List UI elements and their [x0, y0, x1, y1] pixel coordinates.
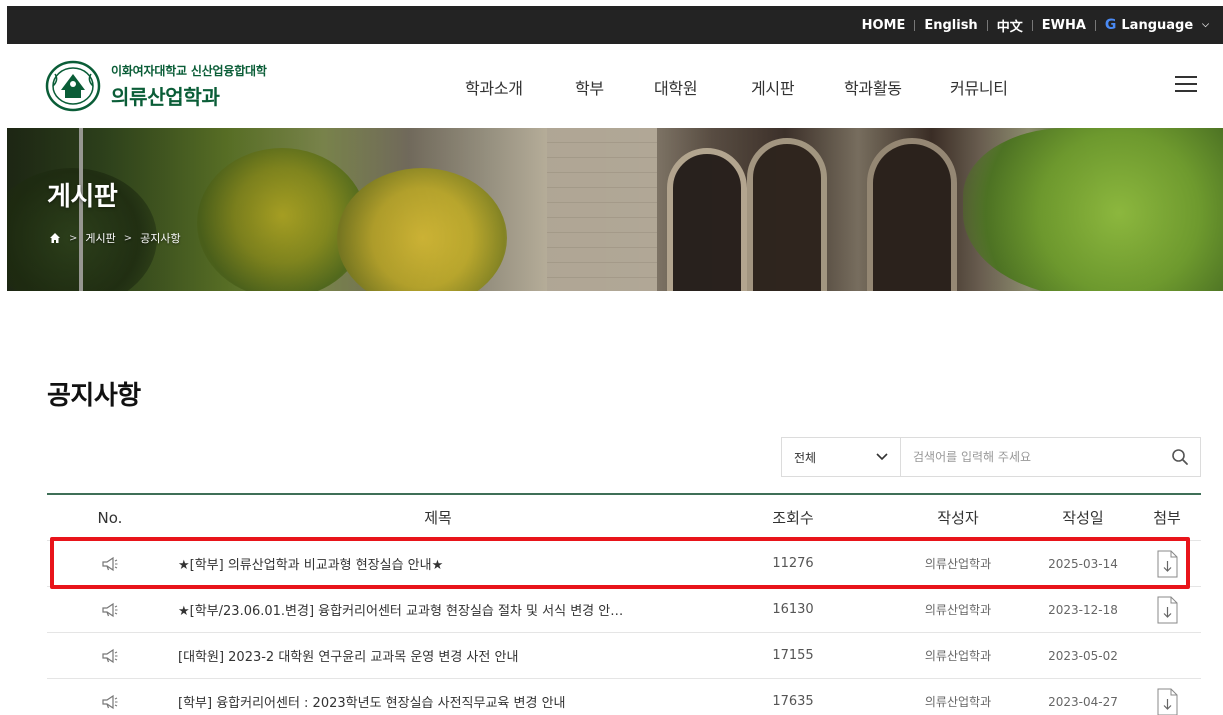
- table-header: No. 제목 조회수 작성자 작성일 첨부: [47, 495, 1201, 541]
- nav-item-community[interactable]: 커뮤니티: [950, 75, 1008, 99]
- top-utility-bar: HOME English 中文 EWHA G Language ⌵: [7, 6, 1223, 44]
- language-label: Language: [1121, 17, 1194, 33]
- post-views: 17635: [772, 694, 814, 709]
- post-date: 2023-04-27: [1048, 694, 1118, 709]
- post-date: 2023-05-02: [1048, 648, 1118, 663]
- download-file-icon[interactable]: [1156, 596, 1178, 624]
- nav-item-undergraduate[interactable]: 학부: [575, 75, 604, 99]
- breadcrumb-board[interactable]: 게시판: [85, 230, 115, 246]
- table-row[interactable]: ★[학부/23.06.01.변경] 융합커리어센터 교과형 현장실습 절차 및 …: [47, 587, 1201, 633]
- header-views: 조회수: [772, 509, 814, 527]
- nav-item-graduate[interactable]: 대학원: [654, 75, 698, 99]
- header-date: 작성일: [1062, 509, 1104, 527]
- table-row[interactable]: ★[학부] 의류산업학과 비교과형 현장실습 안내★ 11276 의류산업학과 …: [47, 541, 1201, 587]
- megaphone-icon: [102, 648, 118, 663]
- divider: [986, 19, 988, 31]
- page-banner: 게시판 > 게시판 > 공지사항: [7, 128, 1223, 291]
- post-title-link[interactable]: [학부] 융합커리어센터 : 2023학년도 현장실습 사전직무교육 변경 안내: [173, 692, 703, 711]
- post-views: 16130: [772, 602, 814, 617]
- post-title-link[interactable]: ★[학부/23.06.01.변경] 융합커리어센터 교과형 현장실습 절차 및 …: [173, 600, 703, 619]
- divider: [914, 19, 916, 31]
- divider: [1094, 19, 1096, 31]
- header-attachment: 첨부: [1153, 509, 1181, 527]
- chinese-link[interactable]: 中文: [997, 16, 1023, 35]
- header-author: 작성자: [937, 509, 979, 527]
- page-title: 공지사항: [47, 381, 141, 411]
- language-selector[interactable]: G Language ⌵: [1105, 17, 1209, 33]
- search-filter-select[interactable]: 전체: [781, 437, 901, 477]
- download-file-icon[interactable]: [1156, 550, 1178, 578]
- post-author: 의류산업학과: [924, 603, 992, 617]
- breadcrumb: > 게시판 > 공지사항: [49, 230, 181, 246]
- notice-board-table: No. 제목 조회수 작성자 작성일 첨부 ★[학부] 의류산업학과 비교과형 …: [47, 493, 1201, 715]
- table-row[interactable]: [대학원] 2023-2 대학원 연구윤리 교과목 운영 변경 사전 안내 17…: [47, 633, 1201, 679]
- breadcrumb-notice[interactable]: 공지사항: [140, 230, 180, 246]
- site-header: 이화여자대학교 신산업융합대학 의류산업학과 학과소개 학부 대학원 게시판 학…: [7, 44, 1223, 128]
- table-row[interactable]: [학부] 융합커리어센터 : 2023학년도 현장실습 사전직무교육 변경 안내…: [47, 679, 1201, 715]
- nav-item-activities[interactable]: 학과활동: [844, 75, 902, 99]
- banner-title: 게시판: [47, 182, 118, 212]
- post-views: 17155: [772, 648, 814, 663]
- english-link[interactable]: English: [924, 18, 977, 33]
- home-icon[interactable]: [49, 232, 61, 244]
- megaphone-icon: [102, 602, 118, 617]
- chevron-down-icon: [876, 453, 888, 461]
- post-author: 의류산업학과: [924, 557, 992, 571]
- home-link[interactable]: HOME: [862, 18, 906, 33]
- nav-item-board[interactable]: 게시판: [751, 75, 795, 99]
- post-author: 의류산업학과: [924, 695, 992, 709]
- post-date: 2025-03-14: [1048, 556, 1118, 571]
- search-icon[interactable]: [1171, 448, 1189, 466]
- search-input[interactable]: [901, 437, 1201, 477]
- header-no: No.: [97, 508, 123, 527]
- chevron-down-icon: ⌵: [1202, 20, 1209, 30]
- chevron-right-icon: >: [123, 232, 133, 244]
- post-author: 의류산업학과: [924, 649, 992, 663]
- post-title-link[interactable]: [대학원] 2023-2 대학원 연구윤리 교과목 운영 변경 사전 안내: [173, 646, 703, 665]
- header-title: 제목: [424, 509, 452, 527]
- megaphone-icon: [102, 556, 118, 571]
- utility-nav: HOME English 中文 EWHA G Language ⌵: [862, 6, 1209, 44]
- post-date: 2023-12-18: [1048, 602, 1118, 617]
- menu-icon[interactable]: [1175, 76, 1197, 94]
- search-filter-value: 전체: [794, 450, 817, 465]
- megaphone-icon: [102, 694, 118, 709]
- search-bar: 전체: [781, 437, 1201, 477]
- chevron-right-icon: >: [69, 232, 78, 244]
- download-file-icon[interactable]: [1156, 688, 1178, 715]
- google-g-icon: G: [1104, 17, 1117, 33]
- post-views: 11276: [772, 556, 814, 571]
- nav-item-about[interactable]: 학과소개: [465, 75, 523, 99]
- banner-overlay: [7, 128, 1223, 291]
- ewha-link[interactable]: EWHA: [1042, 18, 1086, 33]
- divider: [1031, 19, 1033, 31]
- main-navigation: 학과소개 학부 대학원 게시판 학과활동 커뮤니티: [7, 44, 1223, 128]
- post-title-link[interactable]: ★[학부] 의류산업학과 비교과형 현장실습 안내★: [173, 554, 703, 573]
